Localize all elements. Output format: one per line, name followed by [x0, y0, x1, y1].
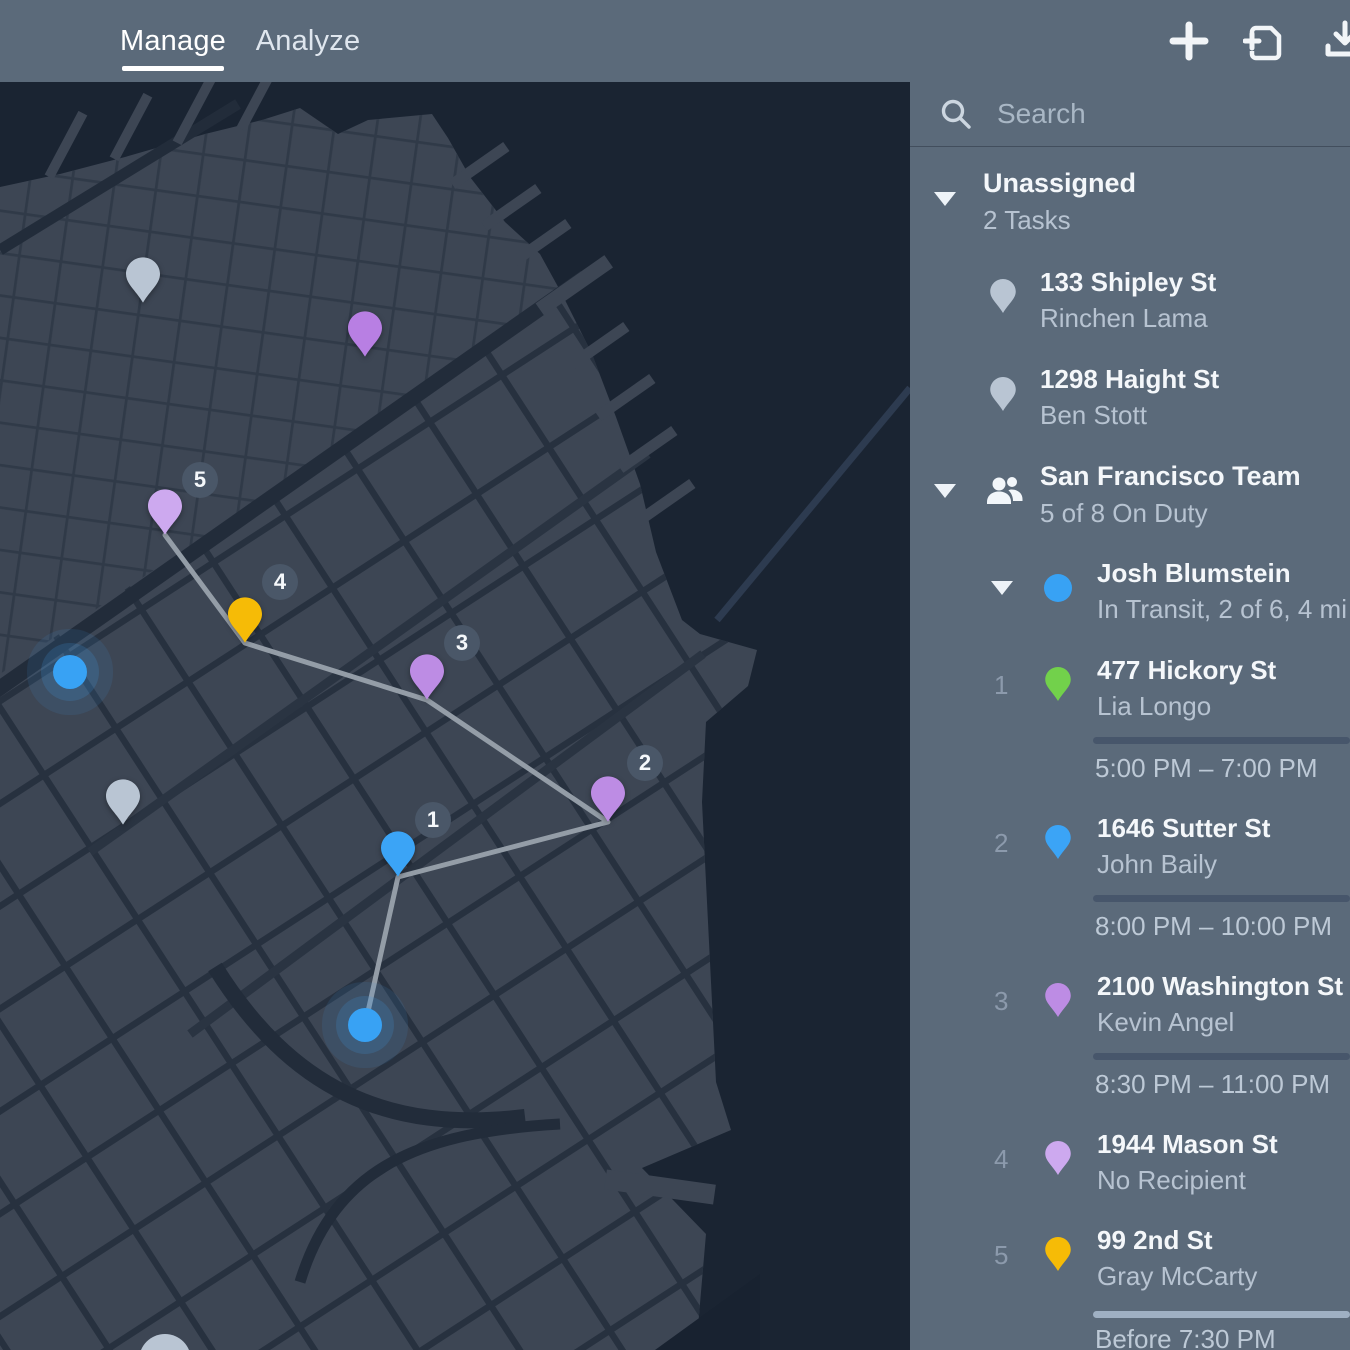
task-time-bar	[1093, 1053, 1350, 1060]
driver-collapse-caret[interactable]	[991, 581, 1013, 595]
stop-pin-5[interactable]	[148, 489, 182, 535]
task-address: 99 2nd St	[1097, 1225, 1213, 1256]
task-recipient: Lia Longo	[1097, 691, 1211, 722]
stop-pin-1[interactable]	[381, 831, 415, 877]
tab-manage[interactable]: Manage	[122, 0, 224, 82]
task-recipient: Gray McCarty	[1097, 1261, 1257, 1292]
task-number: 4	[994, 1144, 1008, 1175]
stop-badge-3: 3	[444, 625, 480, 661]
task-time-bar	[1093, 737, 1350, 744]
task-pin-icon	[1045, 667, 1071, 701]
task-address: 1646 Sutter St	[1097, 813, 1270, 844]
task-recipient: Rinchen Lama	[1040, 303, 1208, 334]
task-pin-icon	[990, 377, 1016, 411]
task-address: 477 Hickory St	[1097, 655, 1276, 686]
task-address: 1944 Mason St	[1097, 1129, 1278, 1160]
unassigned-map-pin[interactable]	[106, 779, 140, 825]
task-recipient: No Recipient	[1097, 1165, 1246, 1196]
task-address: 133 Shipley St	[1040, 267, 1216, 298]
stop-pin-3[interactable]	[410, 654, 444, 700]
map-canvas[interactable]: 5 4 3 2 1	[0, 82, 910, 1350]
task-sidebar: Unassigned 2 Tasks 133 Shipley St Rinche…	[910, 82, 1350, 1350]
top-navigation-bar: Manage Analyze	[0, 0, 1350, 82]
task-time-window: 8:30 PM – 11:00 PM	[1095, 1069, 1330, 1100]
team-title: San Francisco Team	[1040, 461, 1301, 492]
task-time-bar	[1093, 895, 1350, 902]
stop-pin-4[interactable]	[228, 597, 262, 643]
task-recipient: John Baily	[1097, 849, 1217, 880]
team-collapse-caret[interactable]	[934, 484, 956, 498]
task-pin-icon	[1045, 1141, 1071, 1175]
team-people-icon	[985, 474, 1025, 508]
task-address: 2100 Washington St	[1097, 971, 1343, 1002]
task-number: 3	[994, 986, 1008, 1017]
task-number: 1	[994, 670, 1008, 701]
task-number: 2	[994, 828, 1008, 859]
driver-location-dot[interactable]	[53, 655, 87, 689]
app-window: 5 4 3 2 1 Unassigned 2 Tasks 133 Shipley…	[0, 0, 1350, 1350]
task-pin-icon	[1045, 1237, 1071, 1271]
stop-badge-1: 1	[415, 802, 451, 838]
driver-status: In Transit, 2 of 6, 4 mi	[1097, 594, 1347, 625]
search-input[interactable]	[995, 90, 1335, 138]
unassigned-map-pin[interactable]	[126, 257, 160, 303]
add-icon[interactable]	[1167, 19, 1211, 63]
driver-status-dot	[1044, 574, 1072, 602]
tab-manage-label: Manage	[120, 25, 226, 58]
task-pin-icon	[990, 279, 1016, 313]
search-bar[interactable]	[910, 82, 1350, 147]
task-number: 5	[994, 1240, 1008, 1271]
stop-badge-5: 5	[182, 462, 218, 498]
task-recipient: Ben Stott	[1040, 400, 1147, 431]
tab-analyze-label: Analyze	[256, 25, 361, 58]
download-icon[interactable]	[1323, 19, 1350, 63]
unassigned-collapse-caret[interactable]	[934, 192, 956, 206]
task-pin-icon	[1045, 825, 1071, 859]
task-time-window: Before 7:30 PM	[1095, 1324, 1276, 1350]
unassigned-title: Unassigned	[983, 168, 1136, 199]
stop-badge-2: 2	[627, 745, 663, 781]
stop-pin-2[interactable]	[591, 776, 625, 822]
import-icon[interactable]	[1243, 19, 1287, 63]
task-pin-icon	[1045, 983, 1071, 1017]
driver-location-dot[interactable]	[348, 1008, 382, 1042]
tab-analyze[interactable]: Analyze	[258, 0, 358, 82]
task-recipient: Kevin Angel	[1097, 1007, 1234, 1038]
team-duty-count: 5 of 8 On Duty	[1040, 498, 1208, 529]
task-time-window: 5:00 PM – 7:00 PM	[1095, 753, 1318, 784]
unassigned-count: 2 Tasks	[983, 205, 1071, 236]
task-address: 1298 Haight St	[1040, 364, 1219, 395]
search-icon	[938, 96, 974, 132]
task-time-bar	[1093, 1311, 1350, 1318]
driver-name: Josh Blumstein	[1097, 558, 1291, 589]
stop-badge-4: 4	[262, 564, 298, 600]
task-time-window: 8:00 PM – 10:00 PM	[1095, 911, 1332, 942]
other-task-map-pin[interactable]	[348, 311, 382, 357]
